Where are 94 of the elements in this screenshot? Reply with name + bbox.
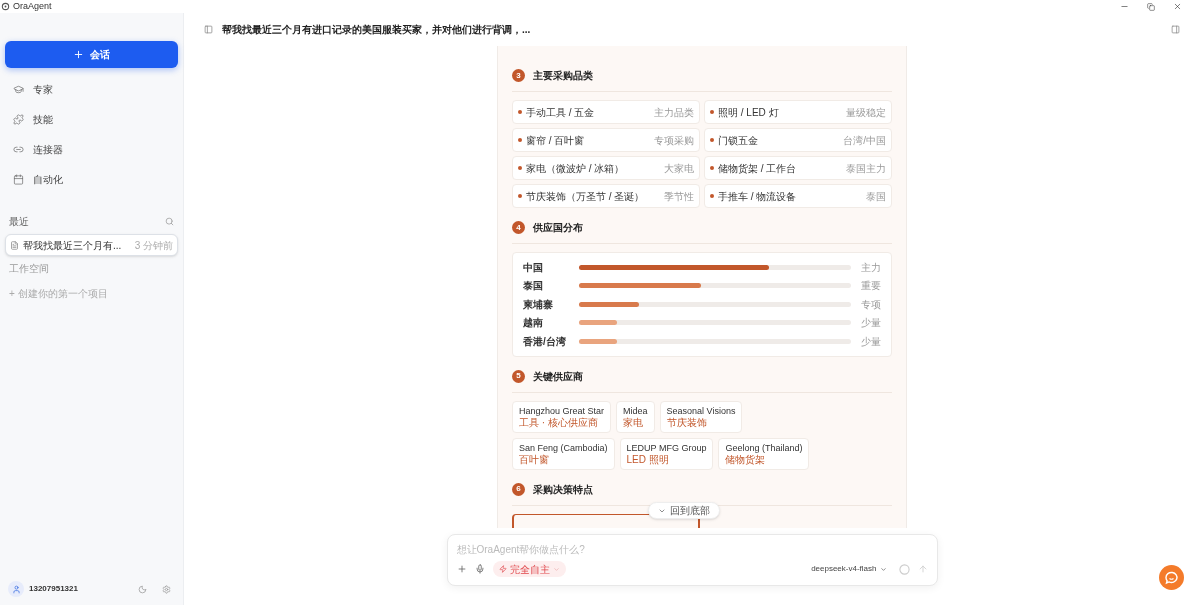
country-label: 中国: [523, 260, 544, 275]
bullet-icon: [710, 138, 714, 142]
supplier-note: 工具 · 核心供应商: [519, 416, 599, 429]
send-icon[interactable]: [917, 564, 928, 574]
supplier-note: 节庆装饰: [666, 416, 708, 429]
nav-item[interactable]: 连接器: [5, 134, 178, 164]
section-number: 5: [512, 369, 525, 383]
workspace-label: 工作空间: [8, 262, 50, 276]
avatar-icon: [8, 581, 24, 597]
document-icon: [10, 240, 19, 250]
supplier-note: 家电: [623, 416, 645, 429]
bullet-icon: [518, 194, 522, 198]
nav-item[interactable]: 技能: [5, 104, 178, 134]
section-title: 主要采购品类: [533, 69, 593, 83]
calendar-icon: [13, 173, 24, 185]
country-label: 柬埔寨: [523, 297, 554, 312]
nav-item[interactable]: 自动化: [5, 164, 178, 194]
chat-title: 帮我找最近三个月有...: [23, 238, 122, 253]
microphone-icon[interactable]: [474, 564, 485, 574]
category-label: 储物货架 / 工作台: [718, 161, 797, 176]
conversation-title: 帮我找最近三个月有进口记录的美国服装买家，并对他们进行背调，...: [222, 23, 531, 37]
message-field[interactable]: 想让OraAgent帮你做点什么? 完全自主 deepseek-v4-flash: [446, 534, 938, 586]
bullet-icon: [518, 166, 522, 170]
lightning-icon: [498, 565, 507, 573]
caret-icon: [879, 565, 887, 573]
supplier-name: Seasonal Visions: [666, 404, 736, 417]
bar-reading: 少量: [860, 334, 881, 349]
model-dropdown[interactable]: deepseek-v4-flash: [811, 563, 887, 575]
category-tag: 泰国主力: [846, 160, 886, 176]
sidebar-toggle-icon[interactable]: [204, 25, 213, 34]
supplier-note: LED 照明: [626, 453, 670, 466]
bullet-icon: [710, 194, 714, 198]
supplier-note: 储物货架: [725, 453, 767, 466]
panel-toggle-icon[interactable]: [1171, 25, 1180, 34]
category-tag: 主力品类: [654, 104, 694, 120]
search-icon[interactable]: [165, 217, 174, 226]
recent-chat-item[interactable]: 帮我找最近三个月有... 3 分钟前: [5, 234, 178, 256]
bar-reading: 少量: [860, 316, 881, 331]
section-title: 供应国分布: [533, 221, 583, 235]
plus-icon: [73, 49, 84, 60]
category-tag: 台湾/中国: [843, 132, 886, 148]
section-title: 关键供应商: [533, 369, 583, 384]
new-chat-button[interactable]: 会话: [5, 41, 178, 68]
app-logo-icon: [1, 2, 10, 11]
caret-icon: [552, 565, 560, 573]
category-tag: 泰国: [866, 188, 886, 204]
bar-reading: 主力: [860, 260, 881, 275]
category-label: 手动工具 / 五金: [526, 105, 595, 120]
close-icon[interactable]: [1173, 2, 1182, 11]
supplier-name: LEDUP MFG Group: [626, 441, 707, 454]
loading-spinner-icon: [898, 563, 910, 575]
puzzle-icon: [13, 113, 24, 125]
supplier-name: Geelong (Thailand): [725, 441, 803, 454]
bar-reading: 重要: [860, 279, 881, 294]
bullet-icon: [518, 110, 522, 114]
country-label: 越南: [523, 316, 544, 331]
settings-icon[interactable]: [162, 584, 171, 594]
section-number: 6: [512, 482, 525, 496]
section-number: 4: [512, 221, 525, 234]
plus-icon[interactable]: [456, 564, 467, 574]
bullet-icon: [710, 166, 714, 170]
category-tag: 专项采购: [654, 132, 694, 148]
supplier-note: 百叶窗: [519, 453, 550, 466]
message-input[interactable]: 想让OraAgent帮你做点什么?: [456, 542, 928, 556]
mode-dropdown[interactable]: 完全自主: [492, 561, 566, 577]
window-title: OraAgent: [13, 0, 52, 13]
supplier-name: Midea: [623, 404, 648, 417]
category-tag: 季节性: [664, 188, 694, 204]
chat-time: 3 分钟前: [134, 238, 173, 253]
supplier-name: San Feng (Cambodia): [519, 441, 608, 454]
country-label: 泰国: [523, 279, 544, 294]
graduation-cap-icon: [13, 83, 24, 95]
restore-icon[interactable]: [1147, 2, 1155, 11]
supplier-name: Hangzhou Great Star: [519, 404, 605, 417]
scroll-to-bottom-button[interactable]: 回到底部: [648, 502, 720, 519]
category-tag: 大家电: [664, 160, 694, 176]
bullet-icon: [518, 138, 522, 142]
category-label: 窗帘 / 百叶窗: [526, 133, 585, 148]
bar-reading: 专项: [860, 297, 881, 312]
user-name: 13207951321: [29, 583, 78, 595]
category-label: 门锁五金: [718, 133, 758, 148]
category-tag: 量级稳定: [846, 104, 886, 120]
section-title: 采购决策特点: [533, 482, 593, 497]
recent-label: 最近: [9, 215, 29, 229]
bullet-icon: [710, 110, 714, 114]
moon-icon[interactable]: [138, 584, 147, 594]
nav-item[interactable]: 专家: [5, 74, 178, 104]
category-label: 家电（微波炉 / 冰箱）: [526, 161, 625, 176]
section-number: 3: [512, 69, 525, 82]
category-label: 节庆装饰（万圣节 / 圣诞）: [526, 189, 645, 204]
category-label: 照明 / LED 灯: [718, 105, 779, 120]
category-label: 手推车 / 物流设备: [718, 189, 797, 204]
country-label: 香港/台湾: [523, 334, 567, 349]
chat-support-icon[interactable]: [1159, 565, 1184, 590]
